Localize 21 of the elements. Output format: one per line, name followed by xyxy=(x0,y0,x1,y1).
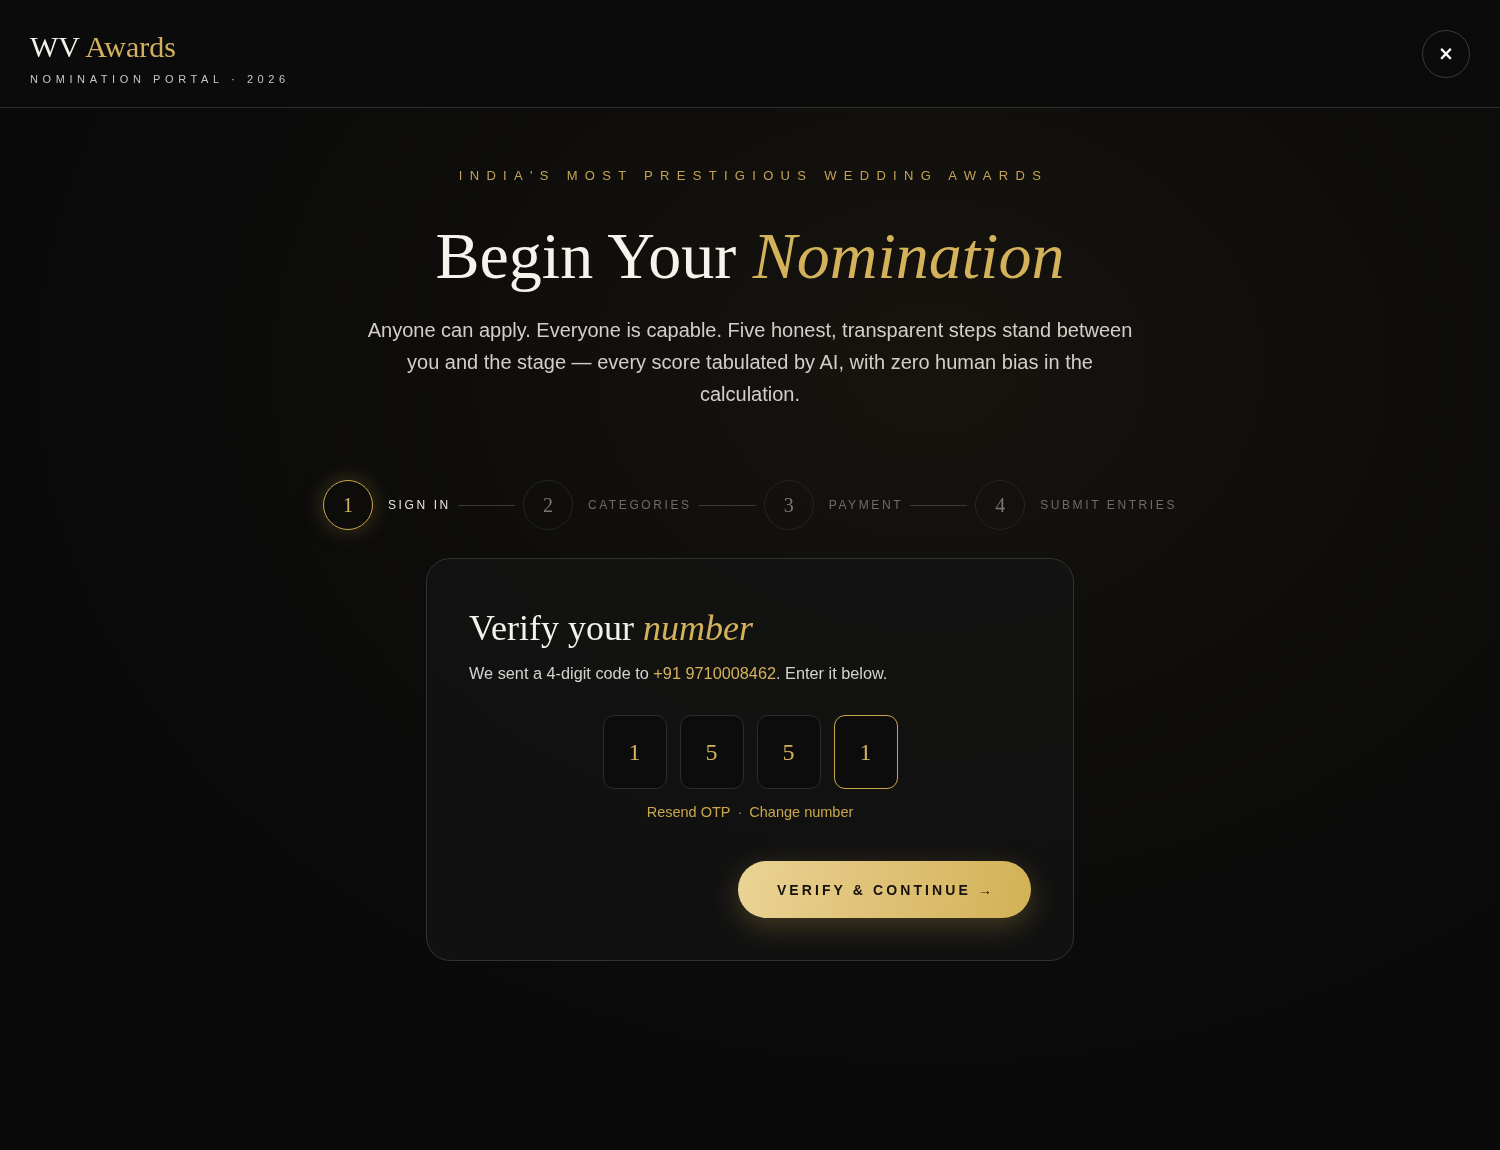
text-link[interactable]: Change number xyxy=(749,803,854,821)
link-separator: · xyxy=(737,803,743,821)
otp-digit-field[interactable]: 5 xyxy=(756,715,821,789)
step-label: SIGN IN xyxy=(388,498,451,512)
step-label: CATEGORIES xyxy=(587,498,692,512)
text-link[interactable]: Resend OTP xyxy=(646,803,731,821)
otp-digit-field[interactable]: 5 xyxy=(679,715,744,789)
card-message: We sent a 4-digit code to +91 9710008462. Enter it below. xyxy=(469,663,889,684)
step-number: 4 xyxy=(975,480,1026,530)
otp-digit-field[interactable]: 1 xyxy=(833,715,898,789)
tagline: INDIA'S MOST PRESTIGIOUS WEDDING AWARDS xyxy=(458,168,1049,184)
otp-digit-field[interactable]: 1 xyxy=(602,715,667,789)
portal-subtitle: NOMINATION PORTAL · 2026 xyxy=(30,71,290,86)
intro-paragraph: Anyone can apply. Everyone is capable. Five honest, transparent steps stand between you and the stage — every score tabulated by AI, with zero human bias in the calculation. xyxy=(366,318,1134,407)
step-label: PAYMENT xyxy=(828,498,904,512)
card-heading: Verify your number xyxy=(469,607,754,650)
step-number: 1 xyxy=(323,480,373,530)
step-label: SUBMIT ENTRIES xyxy=(1040,498,1177,512)
logo: WV Awards xyxy=(30,29,177,64)
verify-button[interactable]: VERIFY & CONTINUE → xyxy=(737,861,1031,918)
page-heading: Begin Your Nomination xyxy=(435,219,1065,292)
